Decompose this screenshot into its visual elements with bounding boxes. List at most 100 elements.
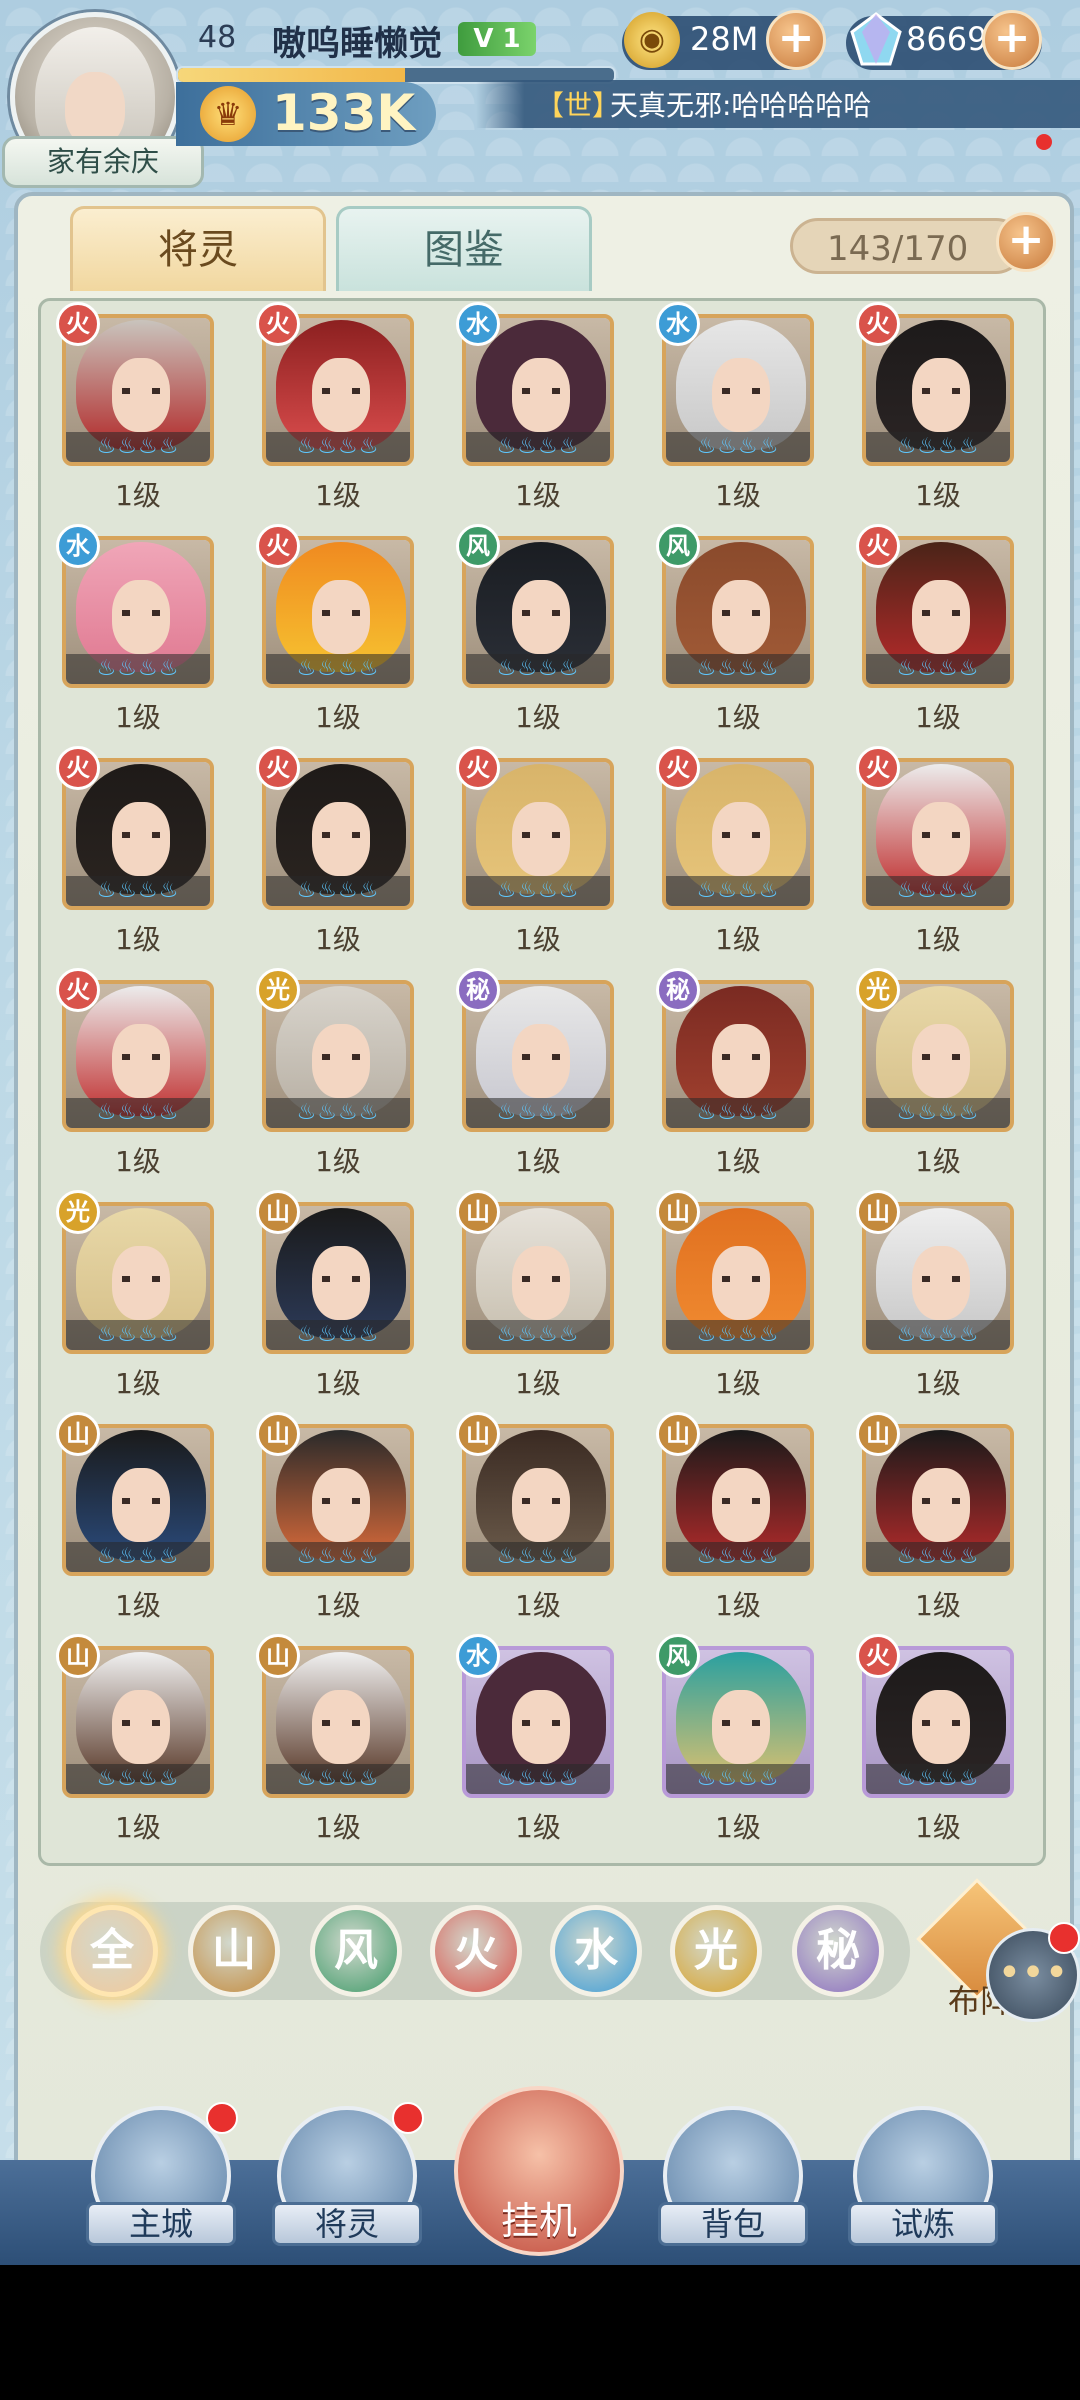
earth-element-icon: 山 bbox=[56, 1412, 100, 1456]
star-rating: ♨♨♨♨ bbox=[666, 432, 810, 462]
portrait-face bbox=[912, 802, 970, 876]
portrait-eyes bbox=[722, 388, 760, 394]
fire-element-icon: 火 bbox=[56, 968, 100, 1012]
portrait-eyes bbox=[122, 388, 160, 394]
portrait-eyes bbox=[522, 1498, 560, 1504]
portrait-eyes bbox=[522, 1054, 560, 1060]
star-rating: ♨♨♨♨ bbox=[866, 876, 1010, 906]
chat-notification-dot bbox=[1048, 1922, 1080, 1954]
star-rating: ♨♨♨♨ bbox=[866, 1320, 1010, 1350]
star-rating: ♨♨♨♨ bbox=[66, 1098, 210, 1128]
star-rating: ♨♨♨♨ bbox=[266, 1098, 410, 1128]
star-rating: ♨♨♨♨ bbox=[466, 1098, 610, 1128]
title-badge: 家有余庆 bbox=[2, 136, 204, 188]
portrait-eyes bbox=[722, 832, 760, 838]
portrait-face bbox=[312, 802, 370, 876]
star-rating: ♨♨♨♨ bbox=[666, 1542, 810, 1572]
portrait-eyes bbox=[122, 610, 160, 616]
star-rating: ♨♨♨♨ bbox=[466, 876, 610, 906]
gem-icon bbox=[850, 12, 902, 66]
spirit-level-label: 1级 bbox=[915, 1589, 961, 1622]
nav-label: 将灵 bbox=[272, 2202, 422, 2246]
nav-trial[interactable]: 试炼 bbox=[848, 2106, 998, 2246]
spirit-level-label: 1级 bbox=[915, 923, 961, 956]
portrait-eyes bbox=[722, 1054, 760, 1060]
nav-main-city[interactable]: 主城 bbox=[86, 2102, 238, 2246]
portrait-face bbox=[712, 802, 770, 876]
vip-badge[interactable]: V 1 bbox=[458, 22, 536, 56]
arcane-element-icon: 秘 bbox=[656, 968, 700, 1012]
portrait-eyes bbox=[322, 610, 360, 616]
portrait-face bbox=[912, 1690, 970, 1764]
spirit-level-label: 1级 bbox=[515, 479, 561, 512]
wind-element-icon: 风 bbox=[456, 524, 500, 568]
filter-all-button[interactable]: 全 bbox=[66, 1905, 158, 1997]
star-rating: ♨♨♨♨ bbox=[466, 1542, 610, 1572]
spirit-level-label: 1级 bbox=[315, 701, 361, 734]
spirit-level-label: 1级 bbox=[115, 1589, 161, 1622]
star-rating: ♨♨♨♨ bbox=[466, 1320, 610, 1350]
portrait-face bbox=[912, 1468, 970, 1542]
nav-spirits[interactable]: 将灵 bbox=[272, 2102, 424, 2246]
portrait-face bbox=[112, 1690, 170, 1764]
portrait-eyes bbox=[922, 1498, 960, 1504]
earth-element-icon: 山 bbox=[256, 1190, 300, 1234]
earth-element-icon: 山 bbox=[856, 1412, 900, 1456]
add-gold-button[interactable]: + bbox=[766, 10, 826, 70]
portrait-eyes bbox=[722, 1276, 760, 1282]
chat-message: 天真无邪:哈哈哈哈哈 bbox=[610, 89, 872, 122]
star-rating: ♨♨♨♨ bbox=[66, 1542, 210, 1572]
filter-water-button[interactable]: 水 bbox=[550, 1905, 642, 1997]
portrait-face bbox=[112, 1468, 170, 1542]
light-element-icon: 光 bbox=[56, 1190, 100, 1234]
star-rating: ♨♨♨♨ bbox=[666, 1764, 810, 1794]
player-name: 嗷呜睡懒觉 bbox=[272, 24, 442, 64]
earth-element-icon: 山 bbox=[256, 1634, 300, 1678]
portrait-face bbox=[712, 1690, 770, 1764]
spirit-level-label: 1级 bbox=[915, 701, 961, 734]
star-rating: ♨♨♨♨ bbox=[266, 1320, 410, 1350]
water-element-icon: 水 bbox=[456, 302, 500, 346]
nav-notification-dot bbox=[392, 2102, 424, 2134]
star-rating: ♨♨♨♨ bbox=[266, 1764, 410, 1794]
portrait-eyes bbox=[322, 1498, 360, 1504]
portrait-face bbox=[112, 802, 170, 876]
add-gem-button[interactable]: + bbox=[982, 10, 1042, 70]
water-element-icon: 水 bbox=[56, 524, 100, 568]
expand-capacity-button[interactable]: + bbox=[996, 212, 1056, 272]
portrait-eyes bbox=[922, 1276, 960, 1282]
star-rating: ♨♨♨♨ bbox=[866, 432, 1010, 462]
spirit-level-label: 1级 bbox=[915, 1145, 961, 1178]
portrait-eyes bbox=[122, 1054, 160, 1060]
nav-label: 主城 bbox=[86, 2202, 236, 2246]
arcane-element-icon: 秘 bbox=[456, 968, 500, 1012]
fire-element-icon: 火 bbox=[856, 746, 900, 790]
portrait-eyes bbox=[322, 832, 360, 838]
spirit-level-label: 1级 bbox=[115, 1145, 161, 1178]
portrait-face bbox=[712, 358, 770, 432]
star-rating: ♨♨♨♨ bbox=[266, 432, 410, 462]
nav-idle[interactable]: 挂机 bbox=[454, 2086, 624, 2256]
filter-light-button[interactable]: 光 bbox=[670, 1905, 762, 1997]
light-element-icon: 光 bbox=[856, 968, 900, 1012]
portrait-face bbox=[112, 1246, 170, 1320]
portrait-face bbox=[912, 1024, 970, 1098]
spirit-level-label: 1级 bbox=[715, 1367, 761, 1400]
spirit-level-label: 1级 bbox=[515, 1589, 561, 1622]
spirit-level-label: 1级 bbox=[315, 1589, 361, 1622]
filter-earth-button[interactable]: 山 bbox=[188, 1905, 280, 1997]
nav-bag[interactable]: 背包 bbox=[658, 2106, 808, 2246]
portrait-eyes bbox=[122, 1276, 160, 1282]
portrait-eyes bbox=[722, 610, 760, 616]
filter-arcane-button[interactable]: 秘 bbox=[792, 1905, 884, 1997]
tab-codex[interactable]: 图鉴 bbox=[336, 206, 592, 291]
star-rating: ♨♨♨♨ bbox=[866, 1098, 1010, 1128]
filter-wind-button[interactable]: 风 bbox=[310, 1905, 402, 1997]
portrait-eyes bbox=[322, 1720, 360, 1726]
tab-spirits[interactable]: 将灵 bbox=[70, 206, 326, 291]
spirit-level-label: 1级 bbox=[315, 1811, 361, 1844]
filter-fire-button[interactable]: 火 bbox=[430, 1905, 522, 1997]
spirit-level-label: 1级 bbox=[115, 479, 161, 512]
spirit-level-label: 1级 bbox=[115, 701, 161, 734]
star-rating: ♨♨♨♨ bbox=[266, 654, 410, 684]
